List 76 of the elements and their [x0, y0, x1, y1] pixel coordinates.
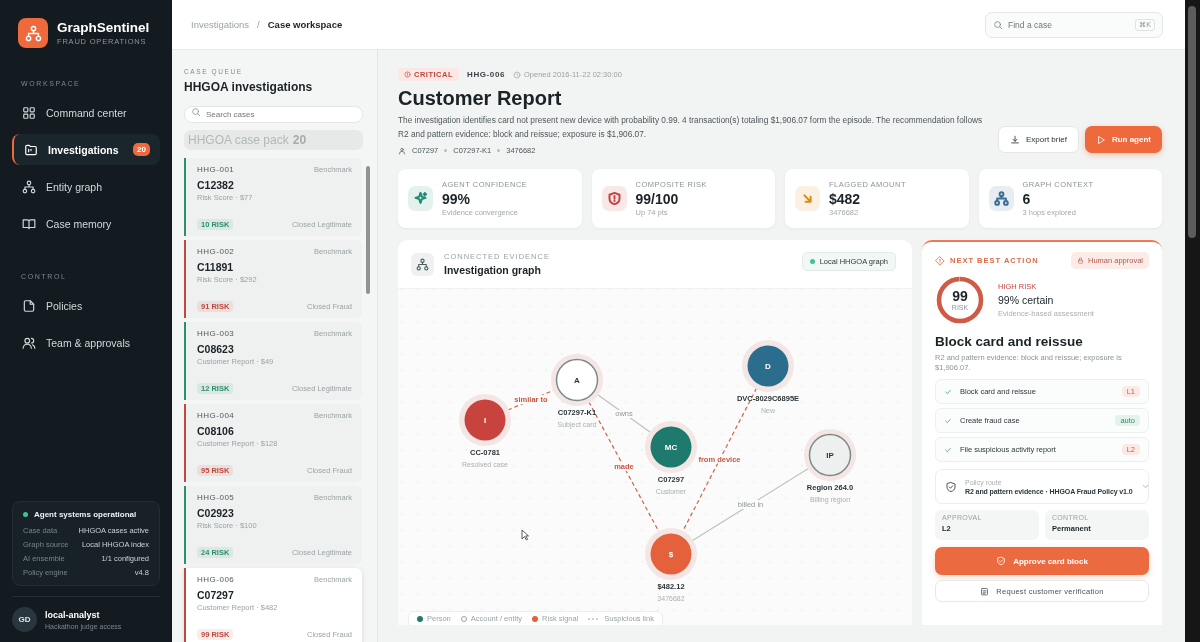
dashed-line-icon	[588, 617, 601, 620]
case-id: HHG-005	[197, 493, 235, 502]
nav-item[interactable]: Team & approvals	[12, 327, 160, 358]
case-name: C12382	[197, 179, 235, 191]
case-name: C11891	[197, 261, 235, 273]
stat-value: 6	[1022, 191, 1032, 207]
certainty: 99% certain	[998, 294, 1055, 306]
download-icon	[1010, 134, 1020, 145]
case-name: C07297	[197, 589, 235, 601]
breadcrumb-separator: /	[257, 19, 260, 30]
stat-value: 99/100	[635, 191, 680, 207]
graph-node[interactable]: I	[459, 394, 511, 446]
nav-item[interactable]: Command center	[12, 97, 160, 128]
case-id: HHG-006	[467, 70, 505, 79]
export-button[interactable]: Export brief	[998, 126, 1079, 153]
nav-item[interactable]: Policies	[12, 290, 160, 321]
case-id: HHG-001	[197, 165, 235, 174]
case-id: HHG-003	[197, 329, 235, 338]
diamond-icon	[935, 255, 945, 266]
search-icon	[191, 106, 201, 117]
stat-value: $482	[829, 191, 862, 207]
case-summary: The investigation identifies card not present new device with probability 0.99. 4 transaction(s) totaling $1,906.07 form the episode. The recommendation follows R2 and pattern evidence: block and reissue; exposure is $1,906.07.	[398, 114, 984, 141]
network-icon	[24, 24, 42, 42]
nav-item[interactable]: Investigations 20	[12, 134, 160, 165]
clock-icon	[513, 70, 521, 79]
shield-check-icon	[945, 480, 957, 493]
status-dot	[23, 512, 28, 517]
scrollbar[interactable]	[1185, 0, 1200, 642]
users-icon	[22, 335, 36, 350]
count-badge: 20	[133, 143, 150, 156]
graph-node[interactable]: A	[551, 354, 603, 406]
brand-name: GraphSentinel	[57, 20, 150, 35]
action-title: Block card and reissue	[935, 334, 1084, 349]
case-title: Customer Report	[398, 87, 563, 110]
case-name: C02923	[197, 507, 235, 519]
search-field[interactable]: Search cases	[184, 106, 363, 123]
search-icon	[993, 19, 1003, 30]
alert-icon	[404, 71, 411, 78]
check-icon	[944, 416, 952, 425]
dot-icon	[417, 615, 423, 622]
queue-title: HHGOA investigations	[184, 80, 314, 94]
cursor-icon	[521, 529, 529, 541]
case-id: HHG-002	[197, 247, 235, 256]
dot-icon	[532, 615, 539, 622]
graph-node[interactable]: D	[742, 340, 794, 392]
nav-item[interactable]: Case memory	[12, 208, 160, 239]
case-name: C08623	[197, 343, 235, 355]
chevron-icon	[1140, 482, 1150, 491]
check-icon	[944, 387, 952, 396]
status-title: Agent systems operational	[34, 510, 137, 519]
graph-node[interactable]: MC	[645, 421, 697, 473]
panel-title: Investigation graph	[444, 264, 542, 276]
clipboard-icon	[980, 586, 990, 596]
nav-item[interactable]: Entity graph	[12, 171, 160, 202]
lock-icon	[1076, 257, 1084, 264]
ring-icon	[460, 615, 467, 622]
document-icon	[22, 298, 36, 313]
status-dot	[809, 259, 815, 264]
case-id: HHG-004	[197, 411, 235, 420]
folder-icon	[24, 142, 38, 157]
grid-icon	[22, 105, 36, 120]
case-id: HHG-006	[197, 575, 235, 584]
book-icon	[22, 216, 36, 231]
network-icon	[22, 179, 36, 194]
user-icon	[398, 146, 406, 155]
user-avatar[interactable]: GD	[12, 607, 37, 632]
graph-node[interactable]: IP	[804, 429, 856, 481]
network-glyph	[416, 257, 429, 271]
check-icon	[944, 445, 952, 454]
case-name: C08106	[197, 425, 235, 437]
breadcrumb-item: Case workspace	[267, 19, 343, 30]
play-icon	[1095, 134, 1106, 145]
shield-check-icon	[996, 556, 1007, 566]
stat-value: 99%	[442, 191, 472, 207]
risk-score: 99	[952, 289, 968, 303]
user-name: local-analyst	[45, 609, 101, 620]
